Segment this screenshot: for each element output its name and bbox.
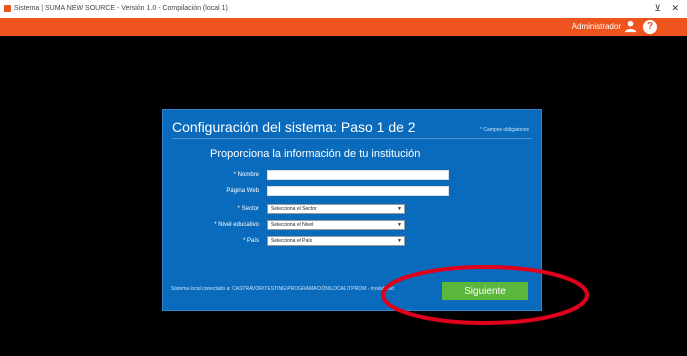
title-divider bbox=[172, 138, 532, 139]
main-area: Configuración del sistema: Paso 1 de 2 *… bbox=[0, 36, 687, 356]
dialog-subtitle: Proporciona la información de tu institu… bbox=[210, 148, 421, 160]
minimize-button[interactable]: ⊻ bbox=[654, 3, 661, 14]
setup-dialog: Configuración del sistema: Paso 1 de 2 *… bbox=[162, 109, 542, 311]
pais-select[interactable]: Selecciona el País ▼ bbox=[267, 236, 405, 246]
dialog-title: Configuración del sistema: Paso 1 de 2 bbox=[172, 119, 416, 135]
app-icon bbox=[4, 5, 11, 12]
pais-label: * País bbox=[242, 238, 259, 244]
nivel-value: Selecciona el Nivel bbox=[271, 222, 314, 228]
sector-label: * Sector bbox=[237, 206, 259, 212]
required-note: * Campos obligatorios bbox=[480, 127, 529, 133]
nombre-label: * Nombre bbox=[233, 172, 259, 178]
window-title: Sistema | SUMA NEW SOURCE - Versión 1.0 … bbox=[14, 5, 228, 12]
chevron-down-icon: ▼ bbox=[397, 238, 402, 244]
user-icon[interactable] bbox=[624, 20, 637, 33]
window-titlebar: Sistema | SUMA NEW SOURCE - Versión 1.0 … bbox=[0, 0, 687, 18]
chevron-down-icon: ▼ bbox=[397, 222, 402, 228]
user-name[interactable]: Administrador bbox=[572, 22, 621, 31]
next-button[interactable]: Siguiente bbox=[442, 282, 528, 300]
pagina-web-input[interactable] bbox=[267, 186, 449, 196]
nombre-input[interactable] bbox=[267, 170, 449, 180]
app-header: Administrador ? bbox=[0, 18, 687, 36]
connection-note: Sistema local conectado a: CASTRAVOR\TES… bbox=[171, 286, 394, 292]
pagina-web-label: Página Web bbox=[226, 188, 259, 194]
chevron-down-icon: ▼ bbox=[397, 206, 402, 212]
close-button[interactable]: ✕ bbox=[671, 3, 679, 14]
nivel-label: * Nivel educativo bbox=[214, 222, 259, 228]
nivel-select[interactable]: Selecciona el Nivel ▼ bbox=[267, 220, 405, 230]
sector-select[interactable]: Selecciona el Sector ▼ bbox=[267, 204, 405, 214]
help-icon[interactable]: ? bbox=[643, 20, 657, 34]
pais-value: Selecciona el País bbox=[271, 238, 313, 244]
sector-value: Selecciona el Sector bbox=[271, 206, 317, 212]
